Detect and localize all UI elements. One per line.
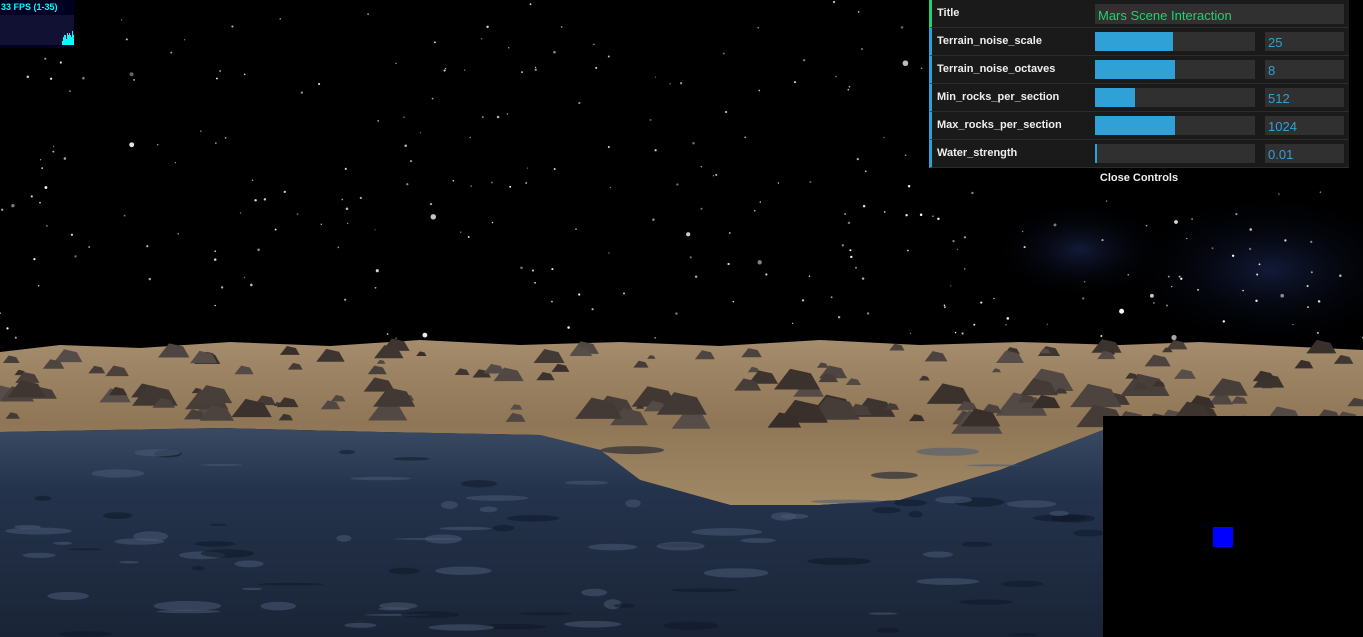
water-strength-input[interactable] [1265, 144, 1344, 163]
water-strength-controller: Water_strength [929, 140, 1349, 168]
max-rocks-per-section-slider-fill [1095, 116, 1175, 135]
terrain-noise-scale-input[interactable] [1265, 32, 1344, 51]
fps-graph-bar [73, 35, 74, 45]
terrain-noise-octaves-input[interactable] [1265, 60, 1344, 79]
close-controls-button[interactable]: Close Controls [929, 168, 1349, 188]
max-rocks-per-section-label: Max_rocks_per_section [937, 119, 1062, 131]
max-rocks-per-section-input[interactable] [1265, 116, 1344, 135]
terrain-noise-octaves-slider-fill [1095, 60, 1175, 79]
fps-stats-panel[interactable]: 33 FPS (1-35) [0, 0, 74, 48]
controls-panel: Title Terrain_noise_scale Terrain_noise_o… [929, 0, 1349, 188]
max-rocks-per-section-controller: Max_rocks_per_section [929, 112, 1349, 140]
fps-graph [0, 15, 74, 45]
min-rocks-per-section-input[interactable] [1265, 88, 1344, 107]
water-strength-label: Water_strength [937, 147, 1018, 159]
minimap [1103, 416, 1363, 637]
water-strength-slider-fill [1095, 144, 1097, 163]
water-strength-slider[interactable] [1095, 144, 1255, 163]
min-rocks-per-section-slider[interactable] [1095, 88, 1255, 107]
min-rocks-per-section-label: Min_rocks_per_section [937, 91, 1060, 103]
title-input[interactable] [1095, 4, 1344, 24]
player-position-marker [1213, 527, 1233, 547]
terrain-noise-octaves-slider[interactable] [1095, 60, 1255, 79]
fps-readout: 33 FPS (1-35) [1, 2, 58, 12]
terrain-noise-scale-label: Terrain_noise_scale [937, 35, 1042, 47]
terrain-noise-scale-slider[interactable] [1095, 32, 1255, 51]
terrain-noise-octaves-label: Terrain_noise_octaves [937, 63, 1056, 75]
title-controller: Title [929, 0, 1349, 28]
terrain-noise-octaves-controller: Terrain_noise_octaves [929, 56, 1349, 84]
min-rocks-per-section-slider-fill [1095, 88, 1135, 107]
max-rocks-per-section-slider[interactable] [1095, 116, 1255, 135]
terrain-noise-scale-slider-fill [1095, 32, 1173, 51]
title-controller-label: Title [937, 7, 960, 19]
min-rocks-per-section-controller: Min_rocks_per_section [929, 84, 1349, 112]
terrain-noise-scale-controller: Terrain_noise_scale [929, 28, 1349, 56]
